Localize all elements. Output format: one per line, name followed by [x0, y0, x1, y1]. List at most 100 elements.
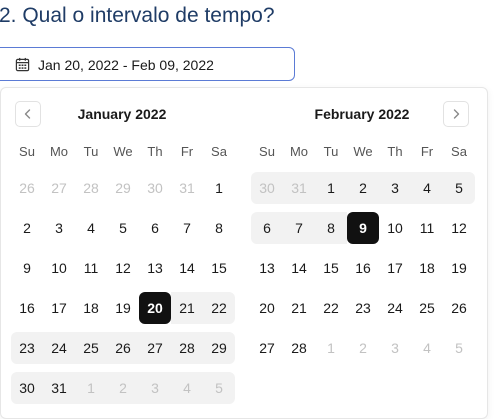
day-cell[interactable]: 24: [379, 292, 411, 324]
day-cell[interactable]: 13: [251, 252, 283, 284]
day-cell[interactable]: 28: [171, 332, 203, 364]
day-cell[interactable]: 9: [11, 252, 43, 284]
day-cell[interactable]: 3: [139, 372, 171, 404]
day-cell[interactable]: 18: [411, 252, 443, 284]
day-cell[interactable]: 13: [139, 252, 171, 284]
question-title: 2. Qual o intervalo de tempo?: [0, 4, 275, 27]
day-cell[interactable]: 5: [107, 212, 139, 244]
day-cell[interactable]: 2: [107, 372, 139, 404]
day-cell[interactable]: 20: [251, 292, 283, 324]
day-cell[interactable]: 6: [251, 212, 283, 244]
week-row: 6 7 8 9 10 11 12: [251, 208, 475, 248]
day-cell[interactable]: 31: [283, 172, 315, 204]
day-cell[interactable]: 14: [171, 252, 203, 284]
weekday-label: Su: [19, 144, 35, 159]
day-cell[interactable]: 22: [203, 292, 235, 324]
weekday-label: Tu: [323, 144, 339, 159]
day-cell[interactable]: 6: [139, 212, 171, 244]
day-cell[interactable]: 27: [43, 172, 75, 204]
day-cell[interactable]: 11: [75, 252, 107, 284]
day-cell[interactable]: 5: [443, 332, 475, 364]
day-cell[interactable]: 30: [251, 172, 283, 204]
day-cell[interactable]: 30: [11, 372, 43, 404]
day-cell[interactable]: 3: [379, 172, 411, 204]
day-cell[interactable]: 25: [75, 332, 107, 364]
weekday-label: We: [113, 144, 133, 159]
day-cell[interactable]: 2: [347, 172, 379, 204]
day-cell[interactable]: 11: [411, 212, 443, 244]
day-cell[interactable]: 26: [11, 172, 43, 204]
day-cell[interactable]: 12: [443, 212, 475, 244]
weekday-label: Tu: [83, 144, 99, 159]
weekday-header-january: Su Mo Tu We Th Fr Sa: [11, 144, 235, 159]
day-cell[interactable]: 3: [43, 212, 75, 244]
day-cell[interactable]: 28: [75, 172, 107, 204]
day-cell[interactable]: 22: [315, 292, 347, 324]
day-cell[interactable]: 3: [379, 332, 411, 364]
day-cell[interactable]: 28: [283, 332, 315, 364]
week-row: 30 31 1 2 3 4 5: [251, 168, 475, 208]
day-cell[interactable]: 21: [171, 292, 203, 324]
day-cell[interactable]: 8: [203, 212, 235, 244]
day-cell[interactable]: 14: [283, 252, 315, 284]
weekday-label: Th: [147, 144, 163, 159]
day-cell[interactable]: 10: [43, 252, 75, 284]
day-cell[interactable]: 10: [379, 212, 411, 244]
day-cell[interactable]: 4: [75, 212, 107, 244]
day-cell[interactable]: 26: [443, 292, 475, 324]
day-cell[interactable]: 4: [411, 332, 443, 364]
day-cell[interactable]: 29: [203, 332, 235, 364]
weekday-header-february: Su Mo Tu We Th Fr Sa: [251, 144, 475, 159]
day-cell[interactable]: 30: [139, 172, 171, 204]
day-cell[interactable]: 18: [75, 292, 107, 324]
weekday-label: Sa: [211, 144, 227, 159]
weekday-label: Su: [259, 144, 275, 159]
day-cell[interactable]: 7: [171, 212, 203, 244]
day-cell[interactable]: 19: [107, 292, 139, 324]
day-cell[interactable]: 2: [347, 332, 379, 364]
day-cell[interactable]: 4: [411, 172, 443, 204]
week-row: 2345678: [11, 208, 235, 248]
day-cell[interactable]: 31: [43, 372, 75, 404]
day-cell[interactable]: 17: [43, 292, 75, 324]
day-cell[interactable]: 1: [75, 372, 107, 404]
day-cell[interactable]: 25: [411, 292, 443, 324]
day-cell[interactable]: 5: [443, 172, 475, 204]
day-cell[interactable]: 2: [11, 212, 43, 244]
weekday-label: We: [353, 144, 373, 159]
weekday-label: Mo: [289, 144, 309, 159]
day-cell[interactable]: 24: [43, 332, 75, 364]
selected-day[interactable]: 9: [347, 212, 379, 244]
day-cell[interactable]: 31: [171, 172, 203, 204]
week-row: 30 31 1 2 3 4 5: [11, 368, 235, 408]
day-cell[interactable]: 8: [315, 212, 347, 244]
day-cell[interactable]: 21: [283, 292, 315, 324]
day-cell[interactable]: 27: [139, 332, 171, 364]
date-range-input[interactable]: Jan 20, 2022 - Feb 09, 2022: [0, 47, 295, 81]
day-cell[interactable]: 16: [347, 252, 379, 284]
day-cell[interactable]: 15: [315, 252, 347, 284]
date-range-value: Jan 20, 2022 - Feb 09, 2022: [38, 57, 214, 73]
calendar-icon: [15, 57, 30, 72]
day-cell[interactable]: 23: [11, 332, 43, 364]
day-cell[interactable]: 1: [203, 172, 235, 204]
day-cell[interactable]: 19: [443, 252, 475, 284]
day-cell[interactable]: 29: [107, 172, 139, 204]
selected-day[interactable]: 20: [139, 292, 171, 324]
week-row: 16 17 18 19 20 21 22: [11, 288, 235, 328]
day-cell[interactable]: 7: [283, 212, 315, 244]
week-row: 13 14 15 16 17 18 19: [251, 248, 475, 288]
day-cell[interactable]: 16: [11, 292, 43, 324]
day-cell[interactable]: 27: [251, 332, 283, 364]
day-cell[interactable]: 23: [347, 292, 379, 324]
week-row: 20 21 22 23 24 25 26: [251, 288, 475, 328]
weekday-label: Th: [387, 144, 403, 159]
day-cell[interactable]: 1: [315, 172, 347, 204]
day-cell[interactable]: 1: [315, 332, 347, 364]
day-cell[interactable]: 12: [107, 252, 139, 284]
day-cell[interactable]: 26: [107, 332, 139, 364]
day-cell[interactable]: 5: [203, 372, 235, 404]
day-cell[interactable]: 15: [203, 252, 235, 284]
day-cell[interactable]: 4: [171, 372, 203, 404]
day-cell[interactable]: 17: [379, 252, 411, 284]
